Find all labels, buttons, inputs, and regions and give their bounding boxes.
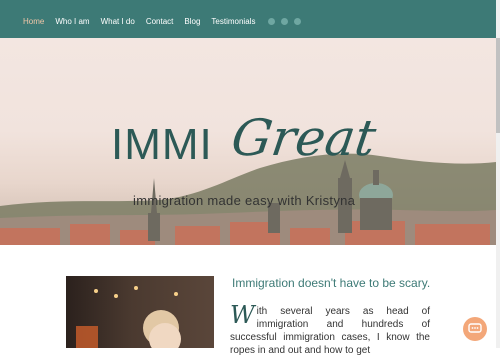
nav-who-i-am[interactable]: Who I am <box>55 17 89 27</box>
portrait-photo <box>66 276 214 348</box>
top-navigation: Home Who I am What I do Contact Blog Tes… <box>0 0 496 38</box>
social-links <box>268 18 301 25</box>
nav-contact[interactable]: Contact <box>146 17 174 27</box>
nav-home[interactable]: Home <box>23 17 44 27</box>
nav-blog[interactable]: Blog <box>184 17 200 27</box>
facebook-icon[interactable] <box>268 18 275 25</box>
nav-what-i-do[interactable]: What I do <box>101 17 135 27</box>
intro-paragraph: W ith several years as head of immigrati… <box>230 301 430 357</box>
portrait-image <box>76 286 181 348</box>
brand-logo-immi: IMMI <box>111 120 213 169</box>
chat-button[interactable] <box>463 317 487 341</box>
hero-tagline: immigration made easy with Kristyna <box>133 193 356 208</box>
page-scrollbar[interactable] <box>496 0 500 348</box>
scrollbar-thumb[interactable] <box>496 38 500 133</box>
instagram-icon[interactable] <box>281 18 288 25</box>
chat-bubble-icon <box>468 323 482 333</box>
nav-menu: Home Who I am What I do Contact Blog Tes… <box>23 17 255 27</box>
linkedin-icon[interactable] <box>294 18 301 25</box>
hero-banner: IMMI Great immigration made easy with Kr… <box>0 38 496 245</box>
dropcap-letter: W <box>230 301 255 329</box>
brand-logo-great: Great <box>227 109 380 167</box>
nav-testimonials[interactable]: Testimonials <box>211 17 255 27</box>
intro-title: Immigration doesn't have to be scary. <box>232 276 431 290</box>
